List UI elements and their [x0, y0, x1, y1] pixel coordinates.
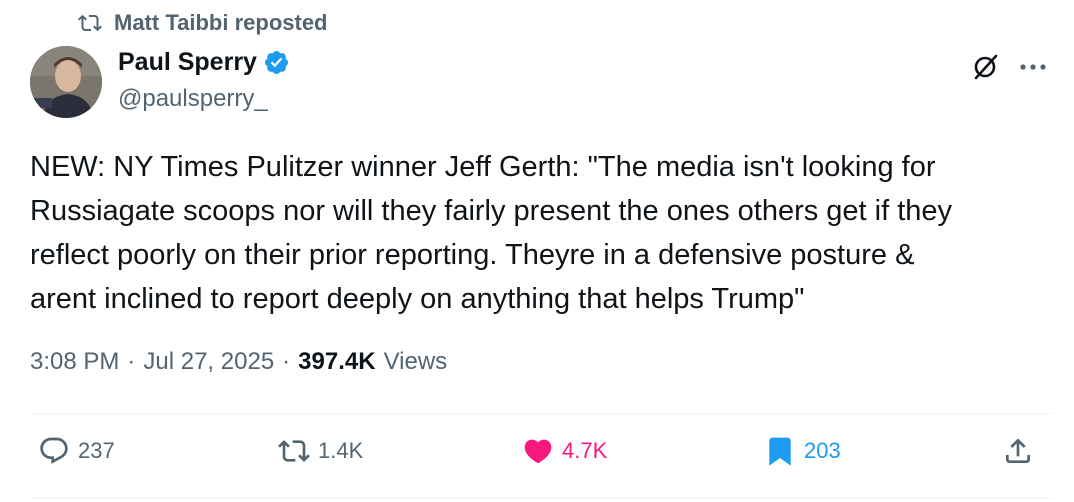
- repost-count: 1.4K: [318, 438, 364, 463]
- bookmark-button[interactable]: 203: [764, 435, 841, 467]
- repost-text: Matt Taibbi reposted: [114, 10, 328, 35]
- tweet-time[interactable]: 3:08 PM: [30, 348, 119, 376]
- repost-indicator[interactable]: Matt Taibbi reposted: [78, 10, 328, 36]
- bookmark-count: 203: [804, 438, 841, 463]
- meta-separator: ·: [282, 348, 291, 375]
- avatar[interactable]: [30, 46, 102, 118]
- divider: [30, 413, 1052, 414]
- tweet-meta: 3:08 PM · Jul 27, 2025 · 397.4K Views: [30, 348, 447, 376]
- grok-button[interactable]: [968, 50, 1002, 84]
- tweet-text: NEW: NY Times Pulitzer winner Jeff Gerth…: [30, 151, 953, 315]
- share-icon: [1006, 438, 1030, 463]
- like-count: 4.7K: [562, 438, 608, 463]
- reply-icon: [40, 437, 68, 464]
- more-icon: [1020, 64, 1046, 70]
- repost-icon: [78, 14, 102, 32]
- views-label: Views: [383, 348, 448, 375]
- author-block[interactable]: Paul Sperry @paulsperry_: [118, 48, 290, 113]
- more-options-button[interactable]: [1016, 50, 1050, 84]
- heart-icon: [524, 439, 552, 464]
- action-bar: 237 1.4K 4.7K 203: [0, 435, 1074, 483]
- divider: [30, 498, 1052, 499]
- reply-button[interactable]: 237: [38, 435, 115, 467]
- avatar-image: [30, 46, 102, 118]
- repost-icon: [278, 440, 310, 462]
- share-button[interactable]: [1002, 435, 1034, 467]
- display-name[interactable]: Paul Sperry: [118, 48, 257, 77]
- views-count: 397.4K: [298, 348, 376, 375]
- handle[interactable]: @paulsperry_: [118, 85, 290, 113]
- meta-separator: ·: [127, 348, 136, 375]
- like-button[interactable]: 4.7K: [522, 435, 607, 467]
- grok-icon: [974, 54, 998, 80]
- verified-badge-icon: [264, 50, 288, 75]
- bookmark-icon: [769, 437, 791, 466]
- tweet-date[interactable]: Jul 27, 2025: [143, 348, 274, 376]
- reply-count: 237: [78, 438, 115, 463]
- repost-button[interactable]: 1.4K: [278, 435, 363, 467]
